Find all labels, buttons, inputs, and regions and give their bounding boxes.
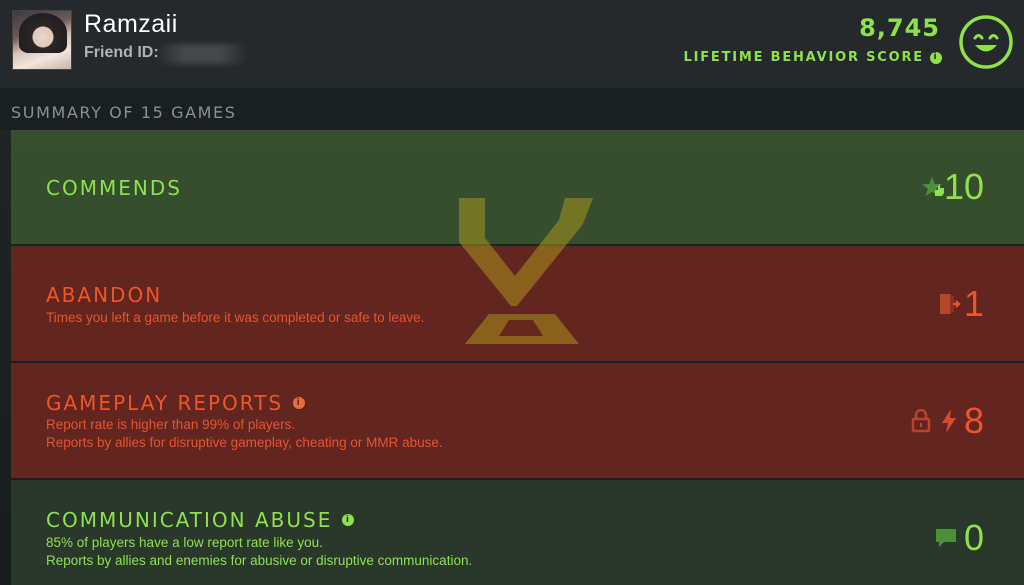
gameplay-reports-row[interactable]: GAMEPLAY REPORTS i Report rate is higher… bbox=[11, 363, 1024, 478]
summary-title: SUMMARY OF 15 GAMES bbox=[11, 103, 237, 122]
abandon-title-text: ABANDON bbox=[46, 283, 163, 307]
abandon-title: ABANDON bbox=[46, 283, 162, 307]
friend-id-value-redacted bbox=[156, 44, 248, 64]
gameplay-reports-title: GAMEPLAY REPORTS i bbox=[46, 391, 306, 415]
abandon-row[interactable]: ABANDON Times you left a game before it … bbox=[11, 246, 1024, 361]
abandon-description: Times you left a game before it was comp… bbox=[46, 310, 425, 325]
abandon-count: 1 bbox=[963, 283, 984, 324]
communication-abuse-rate: 85% of players have a low report rate li… bbox=[46, 535, 323, 550]
behavior-score-label: LIFETIME BEHAVIOR SCORE i bbox=[683, 50, 942, 65]
communication-abuse-count: 0 bbox=[963, 517, 984, 558]
commends-title-text: COMMENDS bbox=[46, 176, 182, 200]
communication-abuse-title: COMMUNICATION ABUSE i bbox=[46, 508, 355, 532]
lock-icon bbox=[911, 409, 931, 433]
profile-header: Ramzaii Friend ID: 8,745 LIFETIME BEHAVI… bbox=[0, 0, 1024, 88]
star-thumbs-up-icon bbox=[922, 177, 944, 196]
gameplay-reports-count: 8 bbox=[963, 400, 984, 441]
info-icon[interactable]: i bbox=[930, 51, 942, 64]
info-icon[interactable]: i bbox=[342, 514, 355, 526]
player-name: Ramzaii bbox=[84, 10, 178, 38]
behavior-score-label-text: LIFETIME BEHAVIOR SCORE bbox=[683, 50, 924, 65]
communication-abuse-row[interactable]: COMMUNICATION ABUSE i 85% of players hav… bbox=[11, 480, 1024, 585]
avatar[interactable] bbox=[12, 10, 72, 70]
commends-title: COMMENDS bbox=[46, 176, 182, 200]
commends-row[interactable]: COMMENDS 10 bbox=[11, 130, 1024, 244]
exit-door-icon bbox=[940, 294, 961, 314]
info-icon[interactable]: i bbox=[293, 397, 306, 409]
avatar-portrait bbox=[19, 13, 67, 53]
behavior-score-value: 8,745 bbox=[859, 14, 940, 42]
gameplay-reports-description: Reports by allies for disruptive gamepla… bbox=[46, 435, 443, 450]
gameplay-reports-rate: Report rate is higher than 99% of player… bbox=[46, 417, 296, 432]
commends-count: 10 bbox=[943, 166, 984, 207]
communication-abuse-description: Reports by allies and enemies for abusiv… bbox=[46, 553, 473, 568]
friend-id-label: Friend ID: bbox=[84, 44, 159, 61]
communication-abuse-title-text: COMMUNICATION ABUSE bbox=[46, 508, 333, 532]
smiley-face-icon bbox=[959, 15, 1013, 69]
chat-bubble-icon bbox=[936, 529, 956, 547]
lightning-icon bbox=[942, 409, 956, 433]
gameplay-reports-title-text: GAMEPLAY REPORTS bbox=[46, 391, 284, 415]
